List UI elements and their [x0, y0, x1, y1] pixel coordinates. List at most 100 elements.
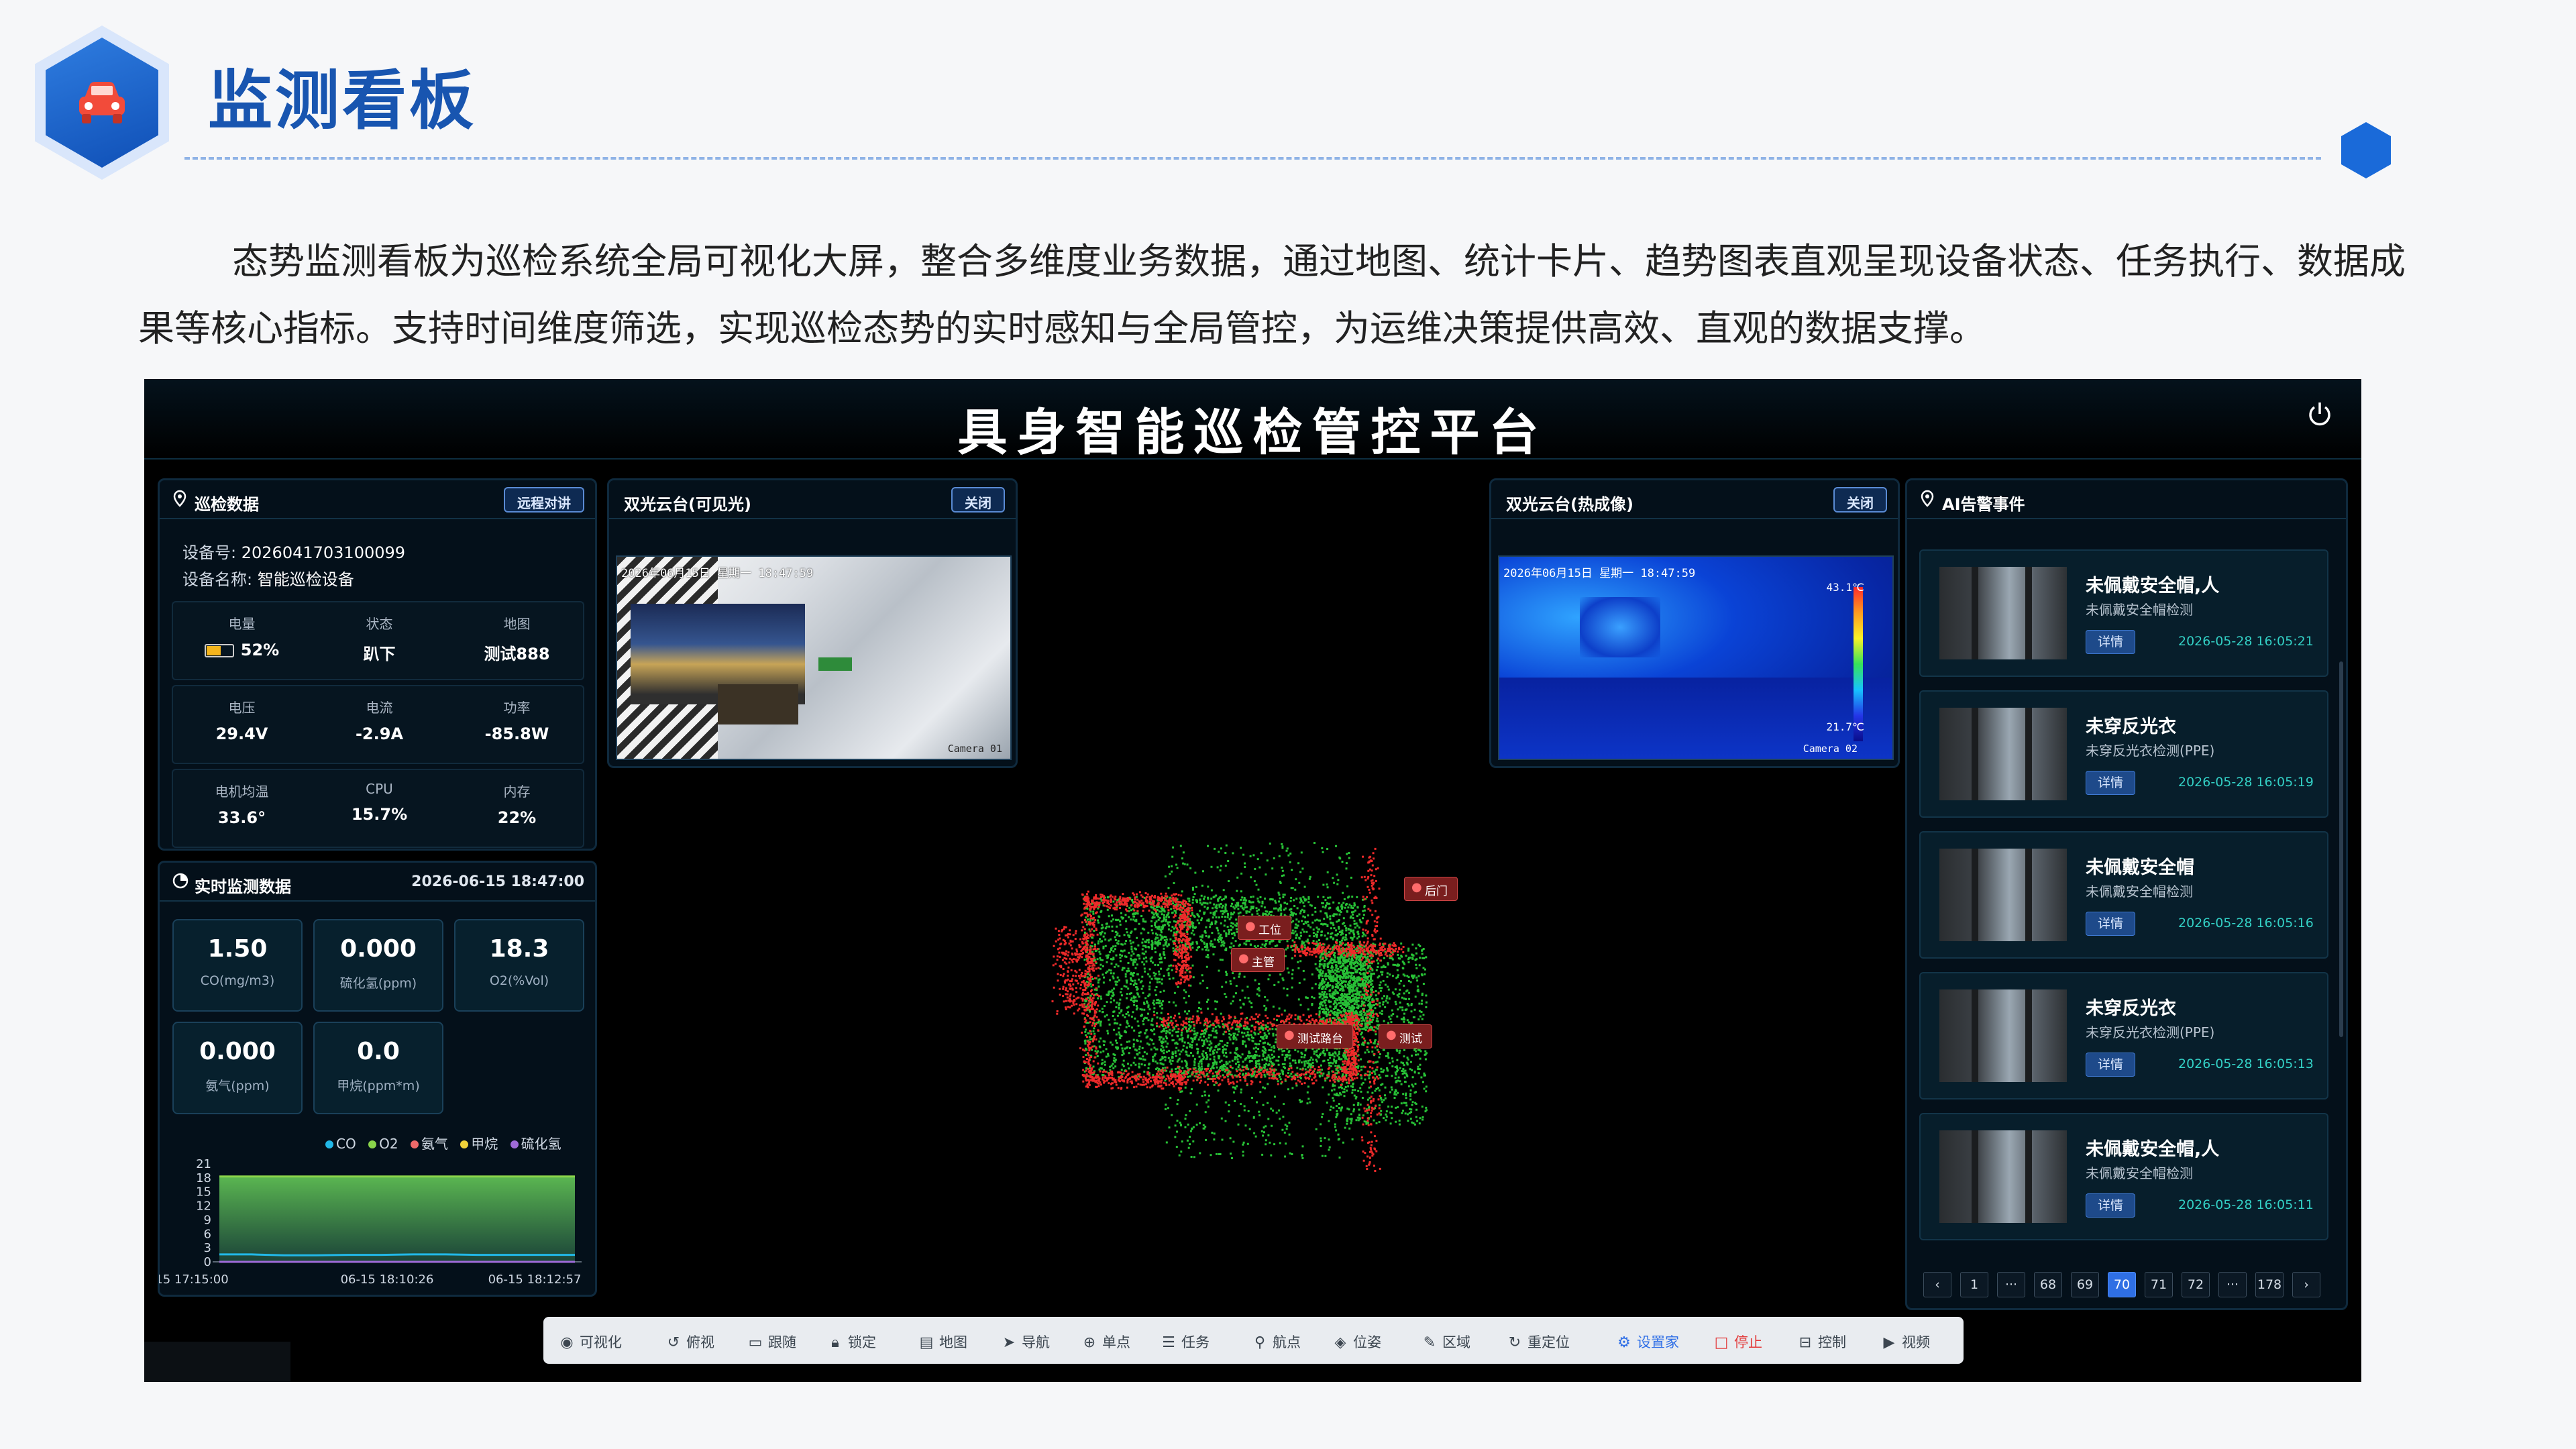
hexagon-decoration-icon	[2341, 122, 2391, 178]
toolbar-label: 停止	[1734, 1334, 1762, 1350]
alert-thumbnail[interactable]	[1939, 1130, 2067, 1223]
power-icon[interactable]	[2305, 399, 2334, 429]
toolbar-label: 航点	[1273, 1334, 1301, 1350]
map-marker[interactable]: ● 主管	[1231, 948, 1285, 972]
page-button[interactable]: 69	[2071, 1272, 2099, 1297]
toolbar-video-button[interactable]: ▶ 视频	[1882, 1332, 1930, 1352]
page-title: 监测看板	[208, 63, 476, 138]
stat-value: -85.8W	[484, 724, 549, 743]
toolbar-task-list-button[interactable]: ☰ 任务	[1161, 1332, 1210, 1352]
stat-label: 内存	[503, 784, 531, 800]
page-button[interactable]: 68	[2034, 1272, 2062, 1297]
camera-thermal-close-button[interactable]: 关闭	[1833, 487, 1887, 513]
alert-card[interactable]: 未佩戴安全帽,人 未佩戴安全帽检测 详情 2026-05-28 16:05:11	[1919, 1113, 2328, 1240]
crosshair-icon: ⊕	[1083, 1334, 1096, 1351]
task-list-icon: ☰	[1162, 1334, 1175, 1351]
toolbar-stop-button[interactable]: □ 停止	[1714, 1332, 1762, 1352]
location-pin-icon	[173, 490, 186, 507]
alert-detail-button[interactable]: 详情	[2086, 630, 2135, 654]
alert-detail-button[interactable]: 详情	[2086, 912, 2135, 936]
rotate-icon: ↺	[667, 1334, 680, 1351]
page-button[interactable]: ···	[1997, 1272, 2025, 1297]
toolbar-lock-button[interactable]: 🔒︎ 锁定	[828, 1332, 876, 1352]
page-button[interactable]: 72	[2182, 1272, 2210, 1297]
toolbar-label: 任务	[1181, 1334, 1210, 1350]
map-marker[interactable]: ● 测试	[1379, 1024, 1432, 1049]
toolbar-camera-follow-button[interactable]: ▭ 跟随	[748, 1332, 796, 1352]
point-cloud-map[interactable]	[956, 808, 1587, 1224]
toolbar-map-button[interactable]: ▤ 地图	[919, 1332, 967, 1352]
toolbar-pen-button[interactable]: ✎ 区域	[1422, 1332, 1470, 1352]
toolbar-gamepad-button[interactable]: ⊟ 控制	[1798, 1332, 1846, 1352]
map-toolbar: ◉ 可视化 ↺ 俯视 ▭ 跟随 🔒︎ 锁定 ▤ 地图 ➤ 导航 ⊕ 单点 ☰ 任务 ⚲ 航点 ◈ 位姿 ✎ 区域 ↻ 重定位 ⚙…	[543, 1317, 1964, 1364]
stop-icon: □	[1714, 1334, 1729, 1351]
alert-detail-button[interactable]: 详情	[2086, 1053, 2135, 1077]
stat-value: 29.4V	[215, 724, 268, 743]
inspection-panel-title: 巡检数据	[195, 495, 259, 514]
toolbar-waypoint-button[interactable]: ⚲ 航点	[1252, 1332, 1301, 1352]
stat-cpu: CPU 15.7%	[311, 781, 448, 824]
toolbar-gear-button[interactable]: ⚙ 设置家	[1617, 1332, 1679, 1352]
y-tick-label: 15	[196, 1185, 211, 1199]
alert-detail-button[interactable]: 详情	[2086, 1193, 2135, 1218]
alert-thumbnail[interactable]	[1939, 849, 2067, 941]
alert-time: 2026-05-28 16:05:19	[2178, 775, 2314, 790]
ai-alerts-header: AI告警事件	[1907, 480, 2346, 519]
alert-card[interactable]: 未佩戴安全帽,人 未佩戴安全帽检测 详情 2026-05-28 16:05:21	[1919, 549, 2328, 677]
stat-label: 功率	[503, 700, 531, 716]
marker-pin-icon: ●	[1284, 1028, 1295, 1042]
page-button[interactable]: ···	[2218, 1272, 2247, 1297]
page-button[interactable]: ‹	[1923, 1272, 1951, 1297]
waypoint-icon: ⚲	[1254, 1334, 1266, 1351]
alert-time: 2026-05-28 16:05:11	[2178, 1197, 2314, 1212]
page-description: 态势监测看板为巡检系统全局可视化大屏，整合多维度业务数据，通过地图、统计卡片、趋…	[138, 240, 2406, 350]
toolbar-navigate-button[interactable]: ➤ 导航	[1002, 1332, 1050, 1352]
toolbar-relocate-button[interactable]: ↻ 重定位	[1507, 1332, 1570, 1352]
navigate-icon: ➤	[1002, 1334, 1016, 1351]
map-icon: ▤	[919, 1334, 934, 1351]
camera-thermal-feed: 2026年06月15日 星期一 18:47:59 43.1℃ 21.7℃ Cam…	[1498, 555, 1894, 760]
toolbar-crosshair-button[interactable]: ⊕ 单点	[1082, 1332, 1130, 1352]
alert-thumbnail[interactable]	[1939, 989, 2067, 1082]
map-marker[interactable]: ● 测试路台	[1277, 1024, 1353, 1049]
toolbar-label: 设置家	[1637, 1334, 1679, 1350]
camera-visible-close-button[interactable]: 关闭	[951, 487, 1005, 513]
page-button[interactable]: 70	[2108, 1272, 2136, 1297]
camera-thermal-panel: 双光云台(热成像) 关闭 2026年06月15日 星期一 18:47:59 43…	[1489, 478, 1900, 768]
alert-thumbnail[interactable]	[1939, 708, 2067, 800]
remote-intercom-button[interactable]: 远程对讲	[504, 487, 584, 513]
alert-card[interactable]: 未穿反光衣 未穿反光衣检测(PPE) 详情 2026-05-28 16:05:13	[1919, 972, 2328, 1099]
alert-detail-button[interactable]: 详情	[2086, 771, 2135, 795]
camera-thermal-timestamp: 2026年06月15日 星期一 18:47:59	[1503, 567, 1696, 580]
device-number: 2026041703100099	[241, 543, 406, 562]
y-tick-label: 18	[196, 1171, 211, 1185]
page-button[interactable]: 1	[1960, 1272, 1988, 1297]
map-marker[interactable]: ● 后门	[1404, 877, 1458, 901]
toolbar-label: 重定位	[1527, 1334, 1570, 1350]
alert-thumbnail[interactable]	[1939, 567, 2067, 659]
gas-unit: CO(mg/m3)	[200, 973, 275, 988]
map-marker[interactable]: ● 工位	[1238, 916, 1291, 940]
device-number-row: 设备号: 2026041703100099	[182, 539, 405, 563]
gas-value: 0.000	[340, 935, 417, 963]
stat-label: 电压	[228, 700, 256, 716]
toolbar-eye-button[interactable]: ◉ 可视化	[559, 1332, 622, 1352]
toolbar-pose-button[interactable]: ◈ 位姿	[1333, 1332, 1381, 1352]
stat-value: 15.7%	[351, 805, 408, 824]
alert-title: 未穿反光衣	[2086, 998, 2176, 1019]
alerts-scrollbar[interactable]	[2339, 661, 2343, 1037]
page-button[interactable]: 71	[2145, 1272, 2173, 1297]
stat-value: -2.9A	[355, 724, 404, 743]
page-button[interactable]: 178	[2255, 1272, 2284, 1297]
alert-subtitle: 未佩戴安全帽检测	[2086, 602, 2193, 618]
alert-card[interactable]: 未佩戴安全帽 未佩戴安全帽检测 详情 2026-05-28 16:05:16	[1919, 831, 2328, 959]
alert-card[interactable]: 未穿反光衣 未穿反光衣检测(PPE) 详情 2026-05-28 16:05:19	[1919, 690, 2328, 818]
alert-subtitle: 未穿反光衣检测(PPE)	[2086, 743, 2215, 759]
camera-thermal-title: 双光云台(热成像)	[1506, 495, 1633, 514]
page-button[interactable]: ›	[2292, 1272, 2320, 1297]
gas-value: 0.0	[357, 1038, 400, 1065]
toolbar-rotate-button[interactable]: ↺ 俯视	[666, 1332, 714, 1352]
relocate-icon: ↻	[1508, 1334, 1521, 1351]
eye-icon: ◉	[560, 1334, 574, 1351]
alert-title: 未佩戴安全帽,人	[2086, 576, 2220, 596]
